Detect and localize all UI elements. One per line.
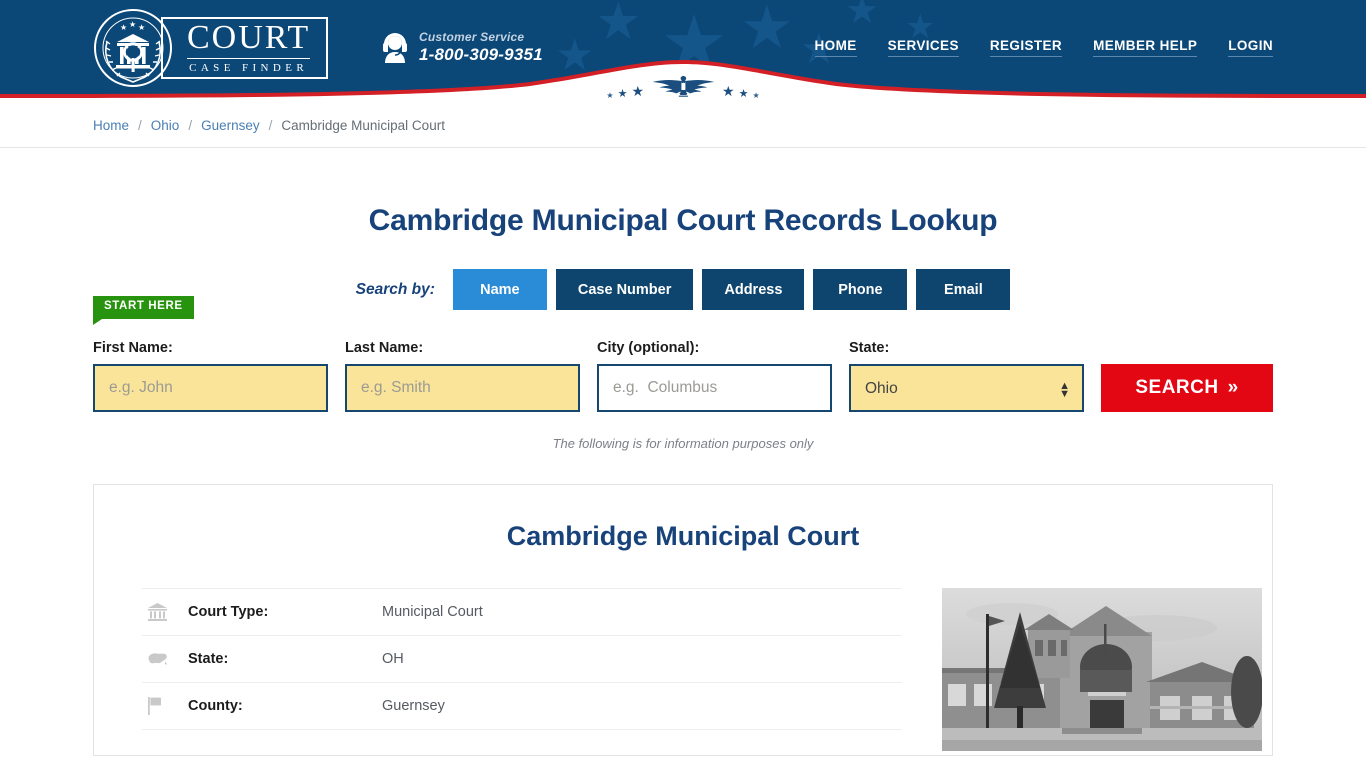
nav-item-login[interactable]: LOGIN	[1228, 38, 1273, 57]
first-name-field-group: First Name:	[93, 340, 328, 412]
breadcrumb-separator: /	[268, 118, 273, 133]
state-select[interactable]: Ohio	[849, 364, 1084, 412]
breadcrumb-item-guernsey[interactable]: Guernsey	[201, 118, 260, 133]
customer-service-block: Customer Service 1-800-309-9351	[381, 30, 543, 65]
court-type-label: Court Type:	[188, 604, 269, 620]
svg-text:★: ★	[129, 20, 136, 29]
nav-item-home[interactable]: HOME	[814, 38, 857, 57]
city-label: City (optional):	[597, 340, 700, 356]
search-button-label: SEARCH	[1135, 377, 1219, 398]
bank-building-icon	[148, 603, 188, 621]
state-label-row: State:	[188, 651, 229, 667]
court-info-table: Court Type: Municipal Court State: OH Co…	[142, 588, 902, 751]
main-content: Cambridge Municipal Court Records Lookup…	[93, 148, 1273, 756]
logo-wordmark: COURT CASE FINDER	[161, 17, 329, 79]
site-logo[interactable]: ★ ★ ★ COURT CASE FINDER	[93, 6, 355, 90]
state-field-group: State: Ohio ▲ ▼	[849, 340, 1084, 412]
map-usa-icon	[148, 652, 188, 666]
state-value: OH	[382, 651, 404, 667]
nav-item-register[interactable]: REGISTER	[989, 38, 1063, 57]
breadcrumb-item-home[interactable]: Home	[93, 118, 129, 133]
breadcrumb-item-current: Cambridge Municipal Court	[281, 118, 445, 133]
start-here-badge: START HERE	[93, 296, 194, 324]
svg-text:★: ★	[138, 23, 145, 32]
headset-support-icon	[381, 32, 409, 63]
city-input[interactable]	[597, 364, 832, 412]
last-name-label: Last Name:	[345, 340, 424, 356]
breadcrumb-item-ohio[interactable]: Ohio	[151, 118, 180, 133]
court-seal-icon: ★ ★ ★	[93, 8, 173, 88]
nav-item-services[interactable]: SERVICES	[887, 38, 959, 57]
breadcrumb-separator: /	[138, 118, 142, 133]
county-value: Guernsey	[382, 698, 445, 714]
logo-title: COURT	[187, 20, 311, 59]
table-row: State: OH	[142, 636, 902, 683]
svg-text:★: ★	[120, 23, 127, 32]
search-button[interactable]: SEARCH »	[1101, 364, 1273, 412]
main-navigation: HOME SERVICES REGISTER MEMBER HELP LOGIN	[814, 38, 1273, 57]
disclaimer-text: The following is for information purpose…	[552, 436, 814, 451]
site-header: ★ ★ ★ ★ ★ ★ ★ ★ ★ ★ ★ ★ ★ ★ ★ ★ COURT CA…	[0, 0, 1366, 104]
tab-case-number[interactable]: Case Number	[555, 269, 694, 310]
breadcrumb: Home / Ohio / Guernsey / Cambridge Munic…	[93, 118, 1273, 133]
tab-address[interactable]: Address	[702, 269, 805, 310]
search-by-tabs: Search by: Name Case Number Address Phon…	[93, 269, 1273, 310]
customer-service-phone[interactable]: 1-800-309-9351	[419, 45, 543, 65]
city-field-group: City (optional):	[597, 340, 832, 412]
court-name-heading: Cambridge Municipal Court	[506, 521, 860, 551]
flag-icon	[148, 697, 188, 715]
customer-service-label: Customer Service	[419, 30, 525, 44]
table-row: Court Type: Municipal Court	[142, 589, 902, 636]
search-by-label: Search by:	[355, 280, 435, 298]
county-label: County:	[188, 698, 243, 714]
breadcrumb-bar: Home / Ohio / Guernsey / Cambridge Munic…	[0, 104, 1366, 148]
courthouse-photo	[942, 588, 1262, 751]
breadcrumb-separator: /	[188, 118, 193, 133]
nav-item-member-help[interactable]: MEMBER HELP	[1093, 38, 1198, 57]
table-row: County: Guernsey	[142, 683, 902, 730]
page-title: Cambridge Municipal Court Records Lookup	[368, 204, 998, 237]
last-name-input[interactable]	[345, 364, 580, 412]
state-label: State:	[849, 340, 890, 356]
first-name-label: First Name:	[93, 340, 173, 356]
first-name-input[interactable]	[93, 364, 328, 412]
tab-name[interactable]: Name	[452, 269, 547, 310]
last-name-field-group: Last Name:	[345, 340, 580, 412]
search-form: START HERE First Name: Last Name: City (…	[93, 296, 1273, 412]
court-detail-card: Cambridge Municipal Court Court Type: Mu…	[93, 484, 1273, 756]
tab-email[interactable]: Email	[916, 269, 1011, 310]
double-chevron-right-icon: »	[1227, 377, 1239, 398]
tab-phone[interactable]: Phone	[813, 269, 908, 310]
court-type-value: Municipal Court	[382, 604, 483, 620]
logo-subtitle: CASE FINDER	[189, 61, 309, 74]
